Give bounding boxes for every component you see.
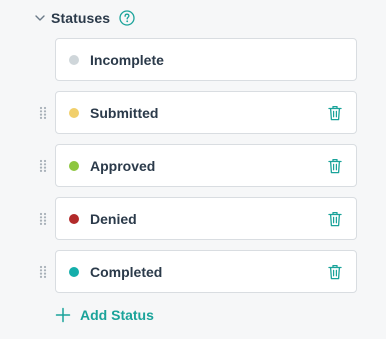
status-row-incomplete[interactable]: Incomplete bbox=[55, 38, 357, 81]
statuses-header: Statuses bbox=[34, 8, 135, 28]
chevron-down-icon[interactable] bbox=[34, 12, 46, 24]
status-color-dot bbox=[69, 266, 79, 277]
status-label: Approved bbox=[90, 157, 156, 174]
drag-handle-icon[interactable] bbox=[38, 105, 48, 121]
statuses-panel: Statuses Incomplete Submitted Approved D… bbox=[0, 0, 386, 339]
question-circle-icon[interactable] bbox=[119, 10, 135, 26]
trash-icon[interactable] bbox=[327, 263, 343, 281]
status-label: Incomplete bbox=[90, 51, 164, 68]
add-status-label: Add Status bbox=[80, 307, 154, 323]
drag-handle-icon[interactable] bbox=[38, 211, 48, 227]
status-row-denied[interactable]: Denied bbox=[55, 197, 357, 240]
status-color-dot bbox=[69, 54, 79, 65]
drag-handle-icon[interactable] bbox=[38, 264, 48, 280]
status-color-dot bbox=[69, 213, 79, 224]
status-label: Completed bbox=[90, 263, 163, 280]
status-color-dot bbox=[69, 107, 79, 118]
add-status-button[interactable]: Add Status bbox=[55, 305, 154, 325]
trash-icon[interactable] bbox=[327, 157, 343, 175]
trash-icon[interactable] bbox=[327, 210, 343, 228]
status-row-submitted[interactable]: Submitted bbox=[55, 91, 357, 134]
status-row-approved[interactable]: Approved bbox=[55, 144, 357, 187]
plus-icon bbox=[55, 307, 71, 323]
trash-icon[interactable] bbox=[327, 104, 343, 122]
status-color-dot bbox=[69, 160, 79, 171]
statuses-title: Statuses bbox=[51, 10, 111, 26]
drag-handle-icon[interactable] bbox=[38, 158, 48, 174]
status-row-completed[interactable]: Completed bbox=[55, 250, 357, 293]
status-label: Denied bbox=[90, 210, 137, 227]
status-label: Submitted bbox=[90, 104, 159, 121]
